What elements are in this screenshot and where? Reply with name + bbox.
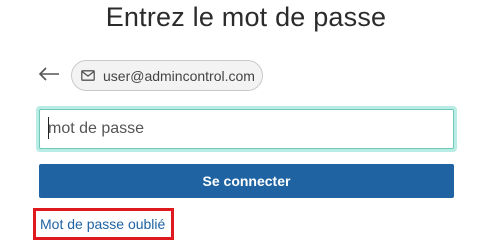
back-button[interactable] bbox=[37, 64, 61, 88]
account-chip[interactable]: user@admincontrol.com bbox=[71, 60, 263, 91]
page-title: Entrez le mot de passe bbox=[105, 2, 387, 32]
envelope-icon bbox=[81, 70, 95, 82]
password-input[interactable] bbox=[39, 109, 454, 149]
login-page: Entrez le mot de passe user@admincontrol… bbox=[0, 0, 485, 249]
sign-in-button[interactable]: Se connecter bbox=[39, 164, 454, 198]
forgot-password-link[interactable]: Mot de passe oublié bbox=[40, 216, 165, 232]
forgot-password-highlight: Mot de passe oublié bbox=[33, 208, 174, 240]
account-email: user@admincontrol.com bbox=[103, 67, 255, 84]
arrow-left-icon bbox=[38, 66, 60, 86]
text-cursor bbox=[48, 117, 49, 139]
password-field-wrapper bbox=[36, 106, 457, 152]
